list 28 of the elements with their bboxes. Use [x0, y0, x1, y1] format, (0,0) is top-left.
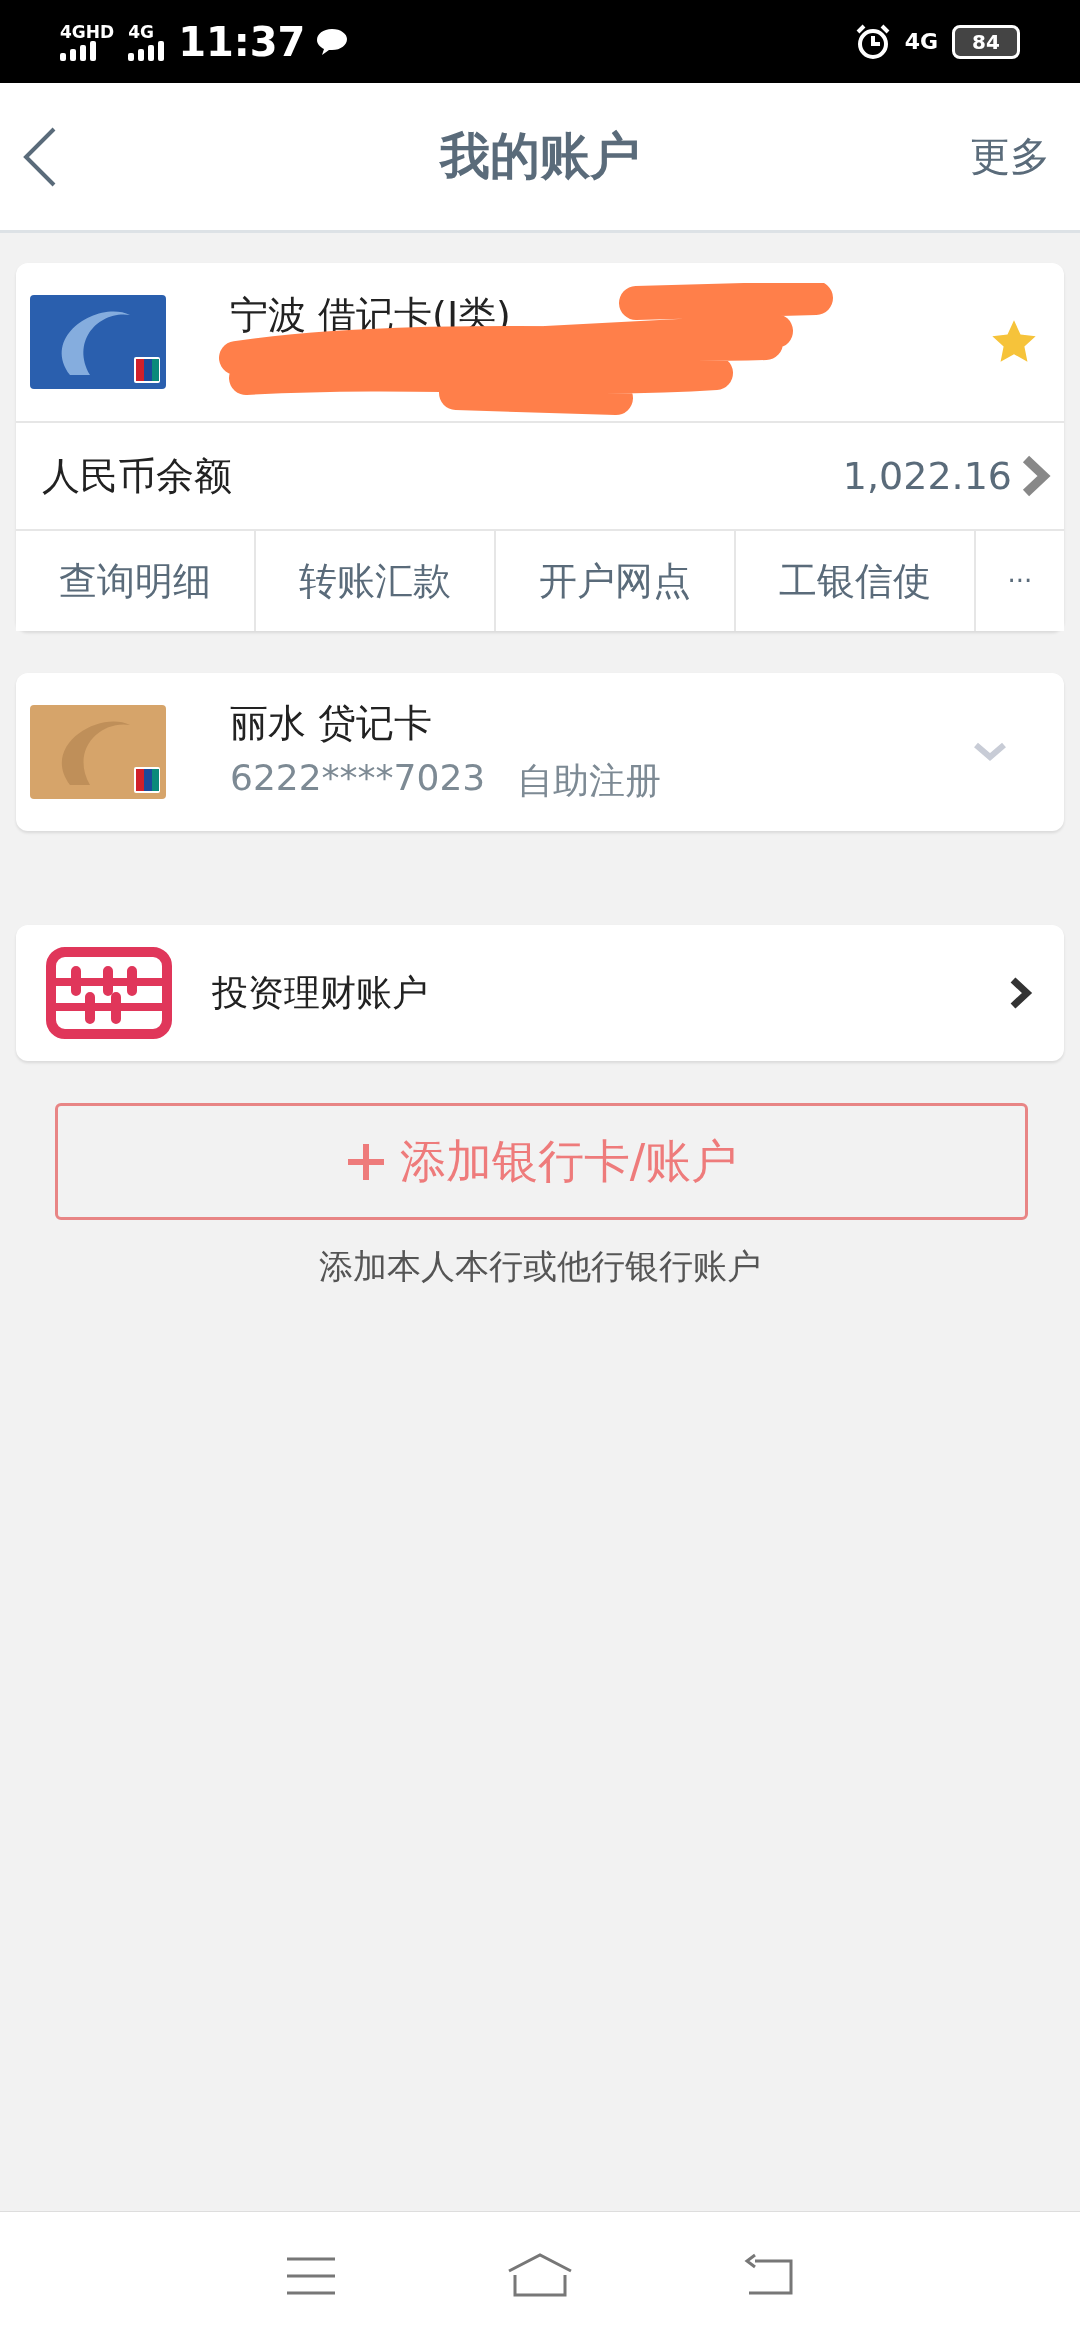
battery-level: 84 [952, 24, 1020, 59]
signal-icon [60, 40, 96, 61]
network-label: 4G [904, 29, 938, 54]
more-button[interactable]: ··· [976, 531, 1064, 631]
clock: 11:37 [178, 18, 306, 65]
action-button[interactable]: 转账汇款 [256, 531, 496, 631]
balance-label: 人民币余额 [42, 452, 232, 500]
card-number: 6222****7023 [230, 757, 486, 800]
more-button[interactable]: 更多 [960, 129, 1060, 184]
card-name: 丽水 贷记卡 [230, 700, 434, 747]
balance-amount: 1,022.16 [842, 454, 1012, 498]
network-label: 4GHD [60, 22, 115, 41]
investment-label: 投资理财账户 [212, 970, 428, 1015]
chat-bubble-icon [315, 26, 350, 57]
chevron-right-icon [1008, 975, 1034, 1011]
action-button[interactable]: 工银信使 [736, 531, 976, 631]
page-title: 我的账户 [440, 126, 640, 187]
investment-account-row[interactable]: 投资理财账户 [16, 925, 1064, 1061]
card-status: 自助注册 [517, 759, 662, 803]
signal-icon [128, 40, 165, 61]
plus-icon [345, 1141, 386, 1182]
add-hint: 添加本人本行或他行银行账户 [318, 1245, 762, 1288]
action-button[interactable]: 开户网点 [496, 531, 736, 631]
network-label: 4G [128, 22, 154, 41]
alarm-icon [854, 23, 891, 60]
action-button[interactable]: 查询明细 [16, 531, 256, 631]
account-card[interactable]: 丽水 贷记卡 6222****7023 自助注册 [16, 673, 1064, 831]
abacus-icon [46, 947, 172, 1039]
